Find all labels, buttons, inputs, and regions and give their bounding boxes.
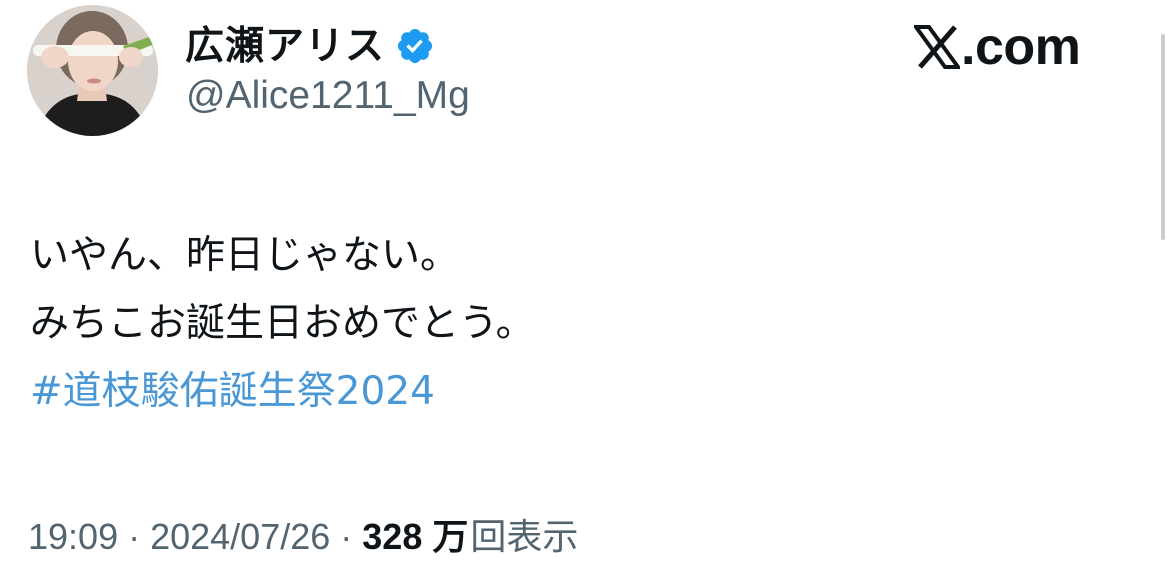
hashtag-link[interactable]: #道枝駿佑誕生祭2024	[30, 358, 535, 426]
user-name-row: 広瀬アリス	[185, 18, 435, 74]
tweet-text: いやん、昨日じゃない。 みちこお誕生日おめでとう。 #道枝駿佑誕生祭2024	[30, 222, 535, 426]
views-label: 回表示	[470, 516, 579, 557]
display-name[interactable]: 広瀬アリス	[185, 27, 385, 66]
brand-text: .com	[961, 18, 1081, 76]
separator: ·	[128, 516, 141, 557]
separator: ·	[340, 516, 353, 557]
tweet-line: みちこお誕生日おめでとう。	[30, 301, 535, 346]
user-handle[interactable]: @Alice1211_Mg	[186, 76, 470, 115]
x-logo-icon	[912, 25, 962, 69]
avatar[interactable]	[27, 5, 158, 136]
tweet-time[interactable]: 19:09	[28, 516, 118, 557]
scrollbar[interactable]	[1161, 34, 1165, 240]
brand-logo: .com	[912, 18, 1081, 76]
tweet-date[interactable]: 2024/07/26	[150, 516, 330, 557]
verified-badge-icon[interactable]	[395, 26, 435, 66]
tweet-meta: 19:09 · 2024/07/26 · 328 万回表示	[28, 513, 578, 561]
tweet-line: いやん、昨日じゃない。	[30, 233, 460, 278]
views-count: 328 万	[362, 516, 469, 557]
